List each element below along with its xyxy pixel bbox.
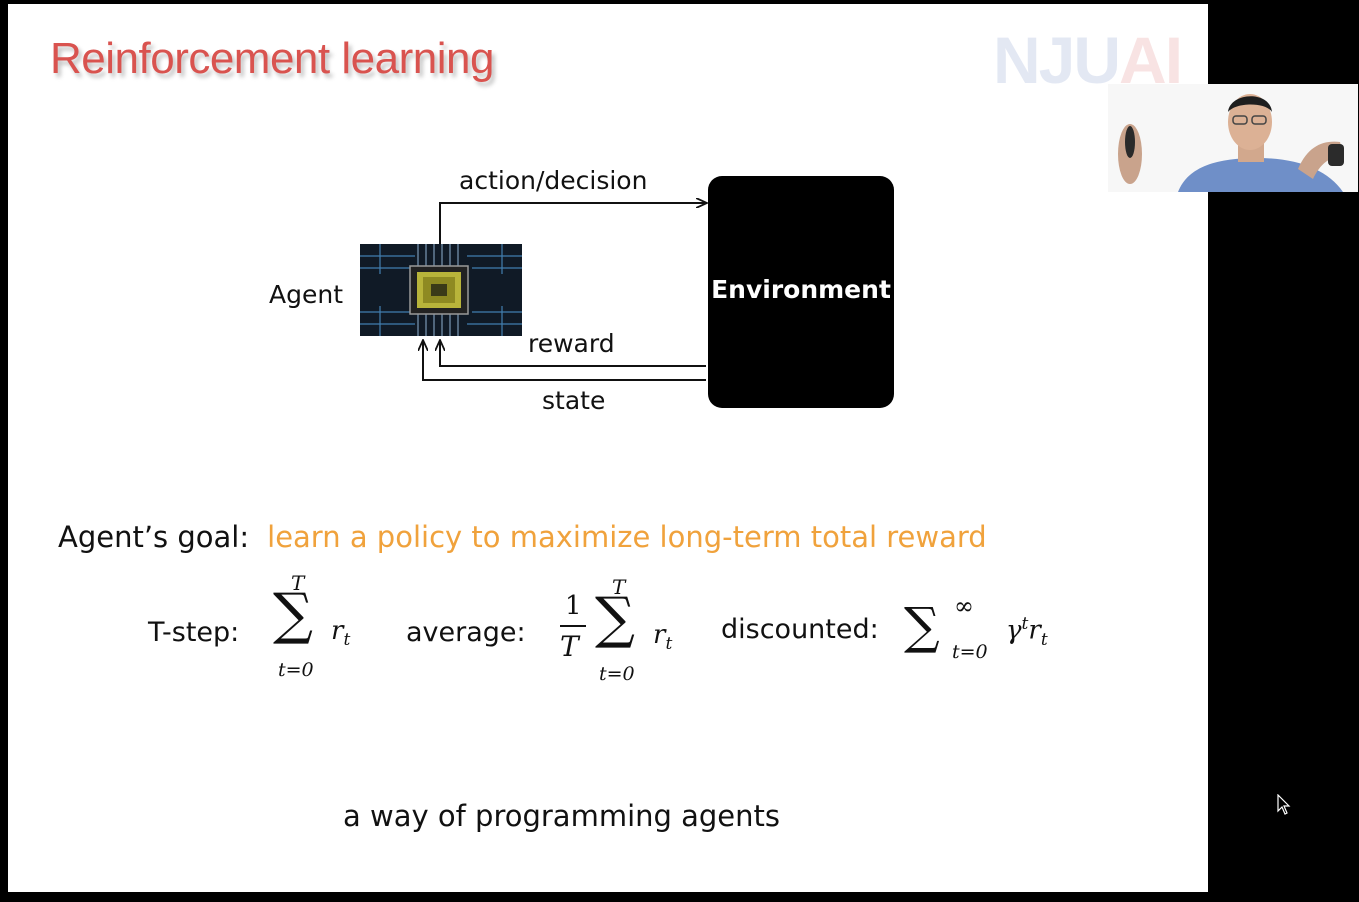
goal-prefix: Agent’s goal: — [58, 520, 250, 554]
presenter-video-feed — [1108, 84, 1358, 192]
environment-label: Environment — [711, 274, 891, 304]
agent-chip-image — [360, 244, 522, 336]
environment-box: Environment — [708, 176, 894, 408]
discounted-label: discounted: — [721, 614, 879, 645]
mouse-cursor-icon — [1277, 794, 1291, 815]
agent-label: Agent — [269, 280, 343, 309]
slide-tagline: a way of programming agents — [343, 799, 781, 833]
presenter-image — [1108, 84, 1358, 192]
goal-text: learn a policy to maximize long-term tot… — [267, 520, 987, 554]
action-label: action/decision — [459, 166, 648, 195]
agent-goal: Agent’s goal: learn a policy to maximize … — [58, 520, 987, 554]
presentation-slide: Reinforcement learning NJUAI Agent actio… — [8, 4, 1208, 892]
rl-diagram-arrows — [8, 4, 1208, 381]
average-label: average: — [406, 617, 526, 648]
state-label: state — [542, 386, 606, 415]
tstep-label: T-step: — [148, 617, 240, 648]
action-arrow — [439, 203, 706, 244]
reward-label: reward — [528, 329, 615, 358]
